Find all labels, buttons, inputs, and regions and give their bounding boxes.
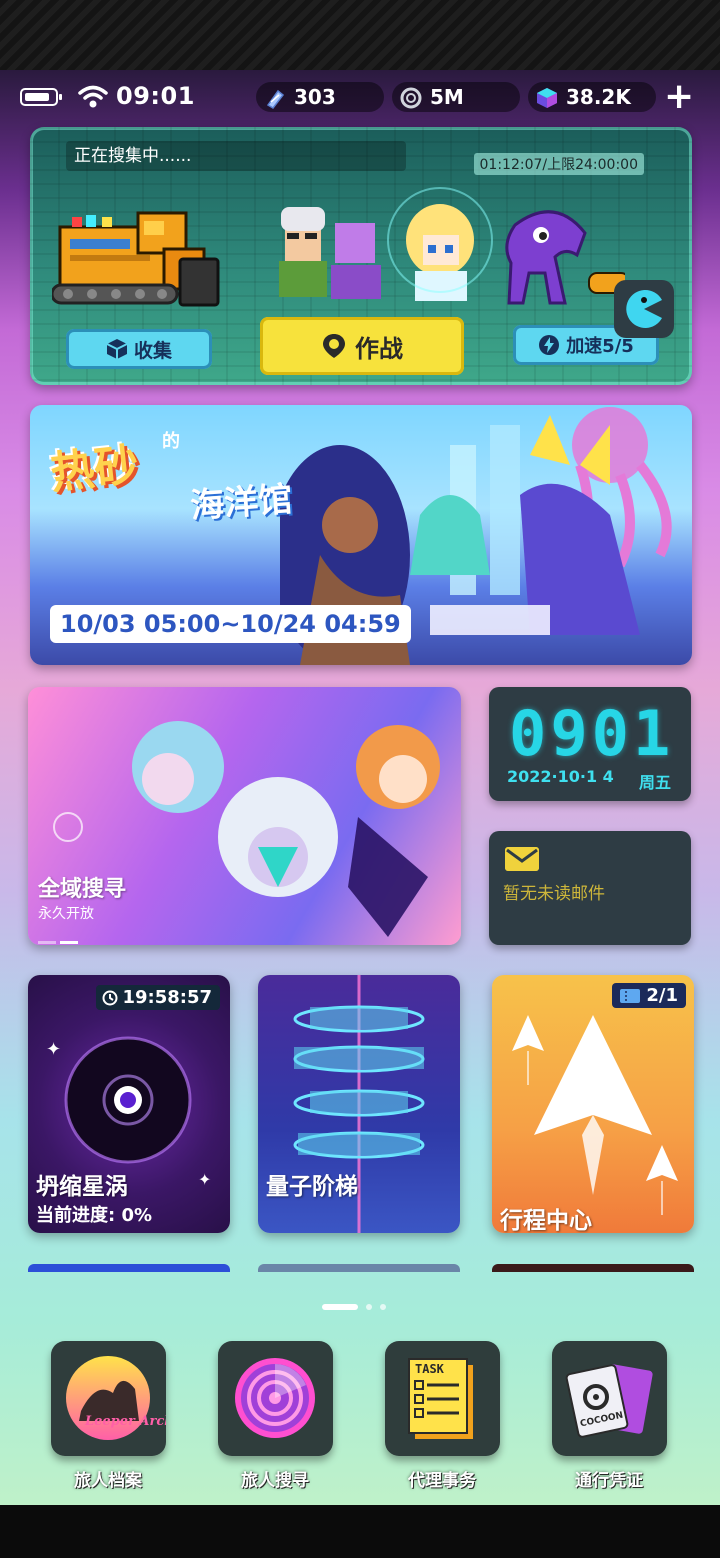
dock-traveler-archive[interactable]: Leeper Archives [51, 1341, 202, 1456]
vortex-progress: 当前进度: 0% [36, 1205, 153, 1226]
resource-coins[interactable]: 5M [392, 82, 520, 112]
dock-agency-affairs[interactable]: TASK [385, 1341, 500, 1456]
task-label: TASK [415, 1362, 445, 1376]
status-bar: 09:01 303 5M 38.2K + [0, 79, 720, 116]
crystal-shard-icon [266, 89, 285, 109]
event-banner[interactable]: 热砂 的 海洋馆 10/03 05:00~10/24 04:59 [30, 405, 692, 665]
itinerary-center-card[interactable]: 2/1 行程中心 [492, 975, 694, 1233]
itinerary-title: 行程中心 [500, 1208, 592, 1233]
collect-button[interactable]: 收集 [66, 329, 212, 369]
widget-date: 2022·10·1 4 [507, 767, 614, 786]
status-time: 09:01 [116, 82, 195, 110]
event-title: 热砂 [48, 439, 141, 500]
dock-traveler-search-label: 旅人搜寻 [241, 1471, 309, 1491]
explore-subtitle: 永久开放 [38, 906, 94, 922]
dock-pass-credential-label: 通行凭证 [575, 1471, 643, 1491]
mail-widget[interactable]: 暂无未读邮件 [489, 831, 691, 945]
clock-icon [102, 990, 118, 1005]
top-frame [0, 0, 720, 70]
collect-timer: 01:12:07/上限24:00:00 [473, 153, 644, 175]
floating-assistant-icon[interactable] [612, 278, 676, 340]
coin-ring-icon [400, 87, 422, 109]
ticket-icon [620, 988, 641, 1003]
event-title-particle: 的 [162, 431, 180, 452]
vortex-timer: 19:58:57 [96, 985, 220, 1010]
task-list-icon: TASK [408, 1358, 473, 1439]
explore-carousel-dots [38, 929, 82, 945]
box-icon [106, 339, 128, 359]
dock-agency-affairs-label: 代理事务 [408, 1471, 476, 1491]
dock-pass-credential[interactable]: COCOON [552, 1341, 667, 1456]
next-row-card-peek [28, 1264, 230, 1272]
svg-text:✦: ✦ [46, 1039, 61, 1060]
dock-traveler-search[interactable] [218, 1341, 333, 1456]
resource-gems[interactable]: 38.2K [528, 82, 656, 112]
resource-crystals-value: 303 [294, 85, 336, 109]
collect-panel[interactable]: 正在搜集中...... 01:12:07/上限24:00:00 收集 作战 加速… [30, 127, 692, 385]
clock-widget[interactable]: 0901 2022·10·1 4 周五 [489, 687, 691, 801]
leeper-archives-text: Leeper Archives [84, 1414, 166, 1429]
cocoon-pass-icon: COCOON [565, 1364, 653, 1438]
collect-status-text: 正在搜集中...... [66, 141, 406, 171]
resource-crystals[interactable]: 303 [256, 82, 384, 112]
widget-weekday: 周五 [638, 773, 671, 792]
quantum-ladder-card[interactable]: 量子阶梯 [258, 975, 460, 1233]
itinerary-count-value: 2/1 [646, 985, 678, 1006]
page-indicator [322, 1304, 386, 1310]
leeper-archives-icon: Leeper Archives [66, 1356, 202, 1440]
bottom-frame [0, 1505, 720, 1558]
quantum-ladder-title: 量子阶梯 [266, 1174, 358, 1200]
resource-gems-value: 38.2K [566, 85, 631, 109]
svg-text:✦: ✦ [198, 1170, 211, 1189]
mail-icon [505, 847, 539, 871]
radar-icon [235, 1358, 315, 1438]
mail-status-text: 暂无未读邮件 [503, 884, 605, 904]
explore-card[interactable]: 全域搜寻 永久开放 [28, 687, 461, 945]
gem-cube-icon [537, 88, 557, 108]
lightning-icon [539, 335, 560, 355]
event-date-range: 10/03 05:00~10/24 04:59 [50, 605, 411, 643]
itinerary-count: 2/1 [612, 983, 686, 1008]
explore-title: 全域搜寻 [38, 877, 127, 902]
collect-button-label: 收集 [133, 339, 172, 362]
excavator-machine-icon [52, 211, 220, 307]
battery-icon [20, 88, 62, 106]
event-subtitle: 海洋馆 [188, 479, 294, 527]
map-pin-icon [323, 334, 345, 358]
dock-traveler-archive-label: 旅人档案 [74, 1471, 142, 1491]
battle-button-label: 作战 [355, 334, 403, 363]
battle-button[interactable]: 作战 [260, 317, 464, 375]
spaceship-artwork [512, 1015, 678, 1215]
add-resource-button[interactable]: + [664, 79, 694, 115]
resource-coins-value: 5M [430, 85, 464, 109]
next-row-card-peek [258, 1264, 460, 1272]
pixel-characters-art [279, 187, 625, 305]
wifi-icon [78, 85, 108, 108]
next-row-card-peek [492, 1264, 694, 1272]
collapse-vortex-card[interactable]: ✦ ✦ 19:58:57 坍缩星涡 当前进度: 0% [28, 975, 230, 1233]
widget-time: 0901 [509, 697, 675, 770]
vortex-title: 坍缩星涡 [36, 1174, 128, 1200]
vortex-timer-value: 19:58:57 [122, 987, 212, 1008]
